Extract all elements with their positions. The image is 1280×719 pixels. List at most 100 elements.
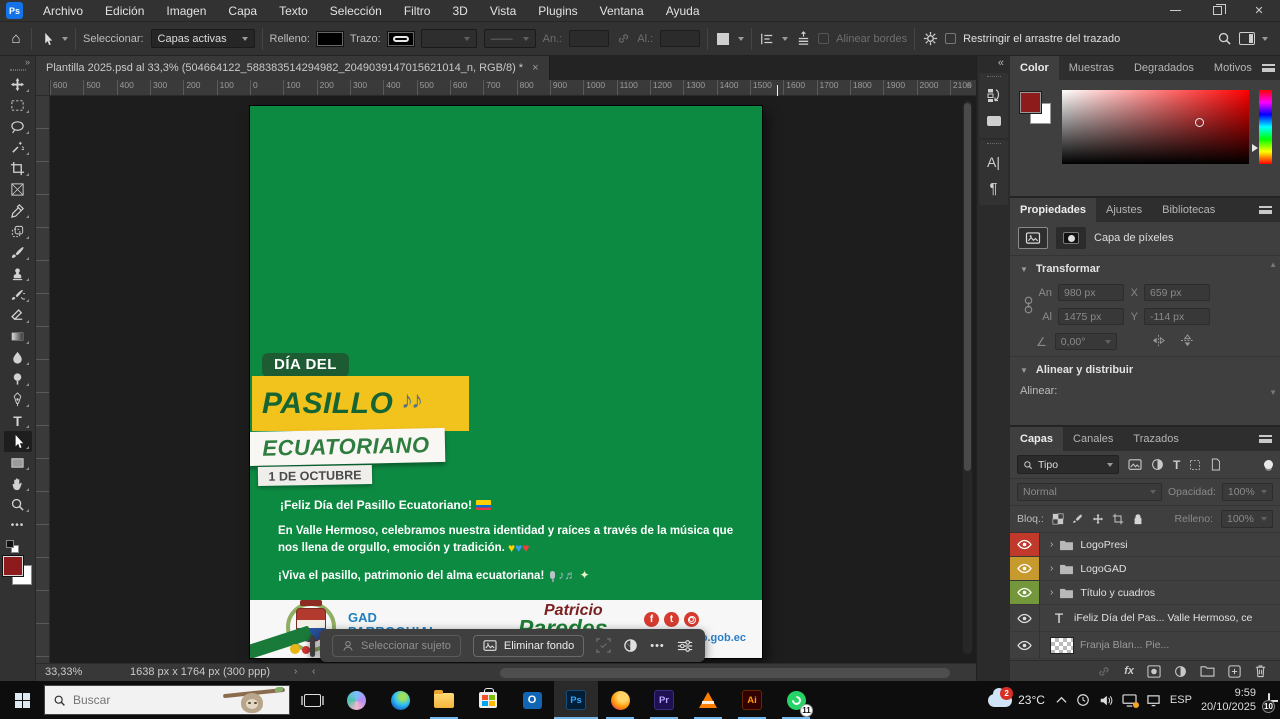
properties-sliders-icon[interactable]	[677, 639, 693, 653]
toolbar-grip[interactable]	[10, 69, 26, 71]
start-button[interactable]	[0, 681, 44, 719]
search-icon[interactable]	[1216, 31, 1232, 47]
add-mask-icon[interactable]	[1147, 665, 1161, 678]
menu-item[interactable]: Plugins	[527, 0, 588, 21]
history-brush-tool[interactable]	[4, 284, 32, 305]
foreground-color-well[interactable]	[1020, 92, 1041, 113]
scroll-right-arrow[interactable]: ›	[294, 666, 297, 677]
adjustment-layer-icon[interactable]	[1174, 665, 1187, 678]
color-picker-cursor[interactable]	[1195, 118, 1204, 127]
menu-item[interactable]: Vista	[479, 0, 527, 21]
character-panel-icon[interactable]: A|	[979, 149, 1008, 175]
group-expand-chevron[interactable]: ›	[1050, 539, 1053, 550]
path-selection-tool-icon[interactable]	[39, 31, 55, 47]
document-canvas[interactable]: DÍA DEL PASILLO ♪♪ ECUATORIANO 1 DE OCTU…	[250, 106, 762, 658]
vlc-button[interactable]	[686, 681, 730, 719]
eraser-tool[interactable]	[4, 305, 32, 326]
edit-toolbar-icon[interactable]: •••	[4, 515, 32, 536]
tab-degradados[interactable]: Degradados	[1124, 56, 1204, 80]
pen-tool[interactable]	[4, 389, 32, 410]
menu-item[interactable]: Archivo	[32, 0, 94, 21]
file-explorer-button[interactable]	[422, 681, 466, 719]
tray-expand-chevron[interactable]	[1056, 696, 1067, 704]
horizontal-scrollbar-thumb[interactable]	[500, 668, 950, 678]
filter-shape-layers-icon[interactable]	[1189, 459, 1201, 471]
visibility-eye-icon[interactable]	[1010, 581, 1040, 604]
minimize-button[interactable]	[1154, 0, 1196, 21]
notification-center-button[interactable]: 10	[1268, 694, 1270, 706]
tab-ajustes[interactable]: Ajustes	[1096, 198, 1152, 222]
panel-scroll-arrows[interactable]: ▼	[1269, 388, 1277, 397]
clock-widget[interactable]: 9:59 20/10/2025	[1201, 686, 1256, 715]
visibility-eye-icon[interactable]	[1010, 632, 1040, 658]
tab-trazados[interactable]: Trazados	[1123, 427, 1188, 451]
copilot-button[interactable]	[334, 681, 378, 719]
illustrator-button[interactable]: Ai	[730, 681, 774, 719]
more-options-icon[interactable]: •••	[650, 640, 665, 652]
gradient-tool[interactable]	[4, 326, 32, 347]
tab-muestras[interactable]: Muestras	[1059, 56, 1124, 80]
color-swatches[interactable]	[1018, 90, 1052, 128]
menu-item[interactable]: Selección	[319, 0, 393, 21]
path-operations-icon[interactable]	[715, 31, 731, 47]
type-tool[interactable]: T	[4, 410, 32, 431]
vertical-scrollbar[interactable]	[962, 100, 973, 655]
default-colors-icon[interactable]	[6, 540, 22, 554]
blur-tool[interactable]	[4, 347, 32, 368]
screen-cast-icon[interactable]	[1122, 694, 1137, 707]
delete-layer-icon[interactable]	[1254, 664, 1267, 678]
document-close-icon[interactable]: ×	[532, 62, 538, 74]
filter-pixel-layers-icon[interactable]	[1128, 459, 1142, 471]
microsoft-store-button[interactable]	[466, 681, 510, 719]
layer-filter-dropdown[interactable]: Tipo	[1017, 455, 1119, 474]
tool-preset-caret[interactable]	[62, 37, 68, 41]
filter-adjustment-layers-icon[interactable]	[1151, 458, 1164, 471]
zoom-level[interactable]: 33,33%	[45, 666, 82, 678]
tab-canales[interactable]: Canales	[1063, 427, 1123, 451]
restore-button[interactable]	[1196, 0, 1238, 21]
menu-item[interactable]: Imagen	[155, 0, 217, 21]
edge-button[interactable]	[378, 681, 422, 719]
lock-position-icon[interactable]	[1092, 513, 1104, 525]
crop-tool[interactable]	[4, 158, 32, 179]
panel-menu-icon[interactable]	[1259, 427, 1280, 451]
stroke-color-swatch[interactable]	[388, 32, 414, 46]
rectangular-marquee-tool[interactable]	[4, 95, 32, 116]
panel-menu-icon[interactable]	[1259, 198, 1280, 222]
brush-tool[interactable]	[4, 242, 32, 263]
volume-icon[interactable]	[1099, 694, 1113, 707]
visibility-eye-icon[interactable]	[1010, 533, 1040, 556]
constrain-path-checkbox[interactable]	[945, 33, 956, 44]
filter-toggle[interactable]	[1264, 460, 1273, 469]
hand-tool[interactable]	[4, 473, 32, 494]
history-panel-icon[interactable]	[979, 82, 1008, 108]
select-mode-dropdown[interactable]: Capas activas	[151, 29, 255, 48]
panel-menu-icon[interactable]	[1262, 56, 1280, 80]
task-view-button[interactable]	[290, 681, 334, 719]
comments-panel-icon[interactable]	[979, 108, 1008, 134]
adjustment-icon[interactable]	[623, 638, 638, 653]
foreground-color-swatch[interactable]	[3, 556, 23, 576]
fill-color-swatch[interactable]	[317, 32, 343, 46]
premiere-button[interactable]: Pr	[642, 681, 686, 719]
object-selection-tool[interactable]	[4, 137, 32, 158]
clone-stamp-tool[interactable]	[4, 263, 32, 284]
menu-item[interactable]: Ventana	[589, 0, 655, 21]
new-layer-icon[interactable]	[1228, 665, 1241, 678]
toolbar-expand-icon[interactable]: »	[25, 57, 35, 68]
transform-section-title[interactable]: Transformar	[1036, 263, 1100, 275]
expand-panels-icon[interactable]: «	[977, 56, 1010, 71]
layer-row[interactable]: ›LogoPresi	[1010, 533, 1280, 557]
menu-item[interactable]: Ayuda	[655, 0, 711, 21]
canvas-area[interactable]: 6005004003002001000100200300400500600700…	[36, 80, 976, 663]
frame-tool[interactable]	[4, 179, 32, 200]
foreground-background-swatches[interactable]	[3, 556, 33, 586]
hue-slider[interactable]	[1259, 90, 1272, 164]
panel-scroll-arrows[interactable]: ▲	[1269, 260, 1277, 269]
lock-artboard-icon[interactable]	[1112, 513, 1124, 525]
lasso-tool[interactable]	[4, 116, 32, 137]
keyboard-language[interactable]: ESP	[1170, 694, 1192, 706]
new-group-icon[interactable]	[1200, 665, 1215, 677]
close-button[interactable]: ✕	[1238, 0, 1280, 21]
tab-motivos[interactable]: Motivos	[1204, 56, 1262, 80]
